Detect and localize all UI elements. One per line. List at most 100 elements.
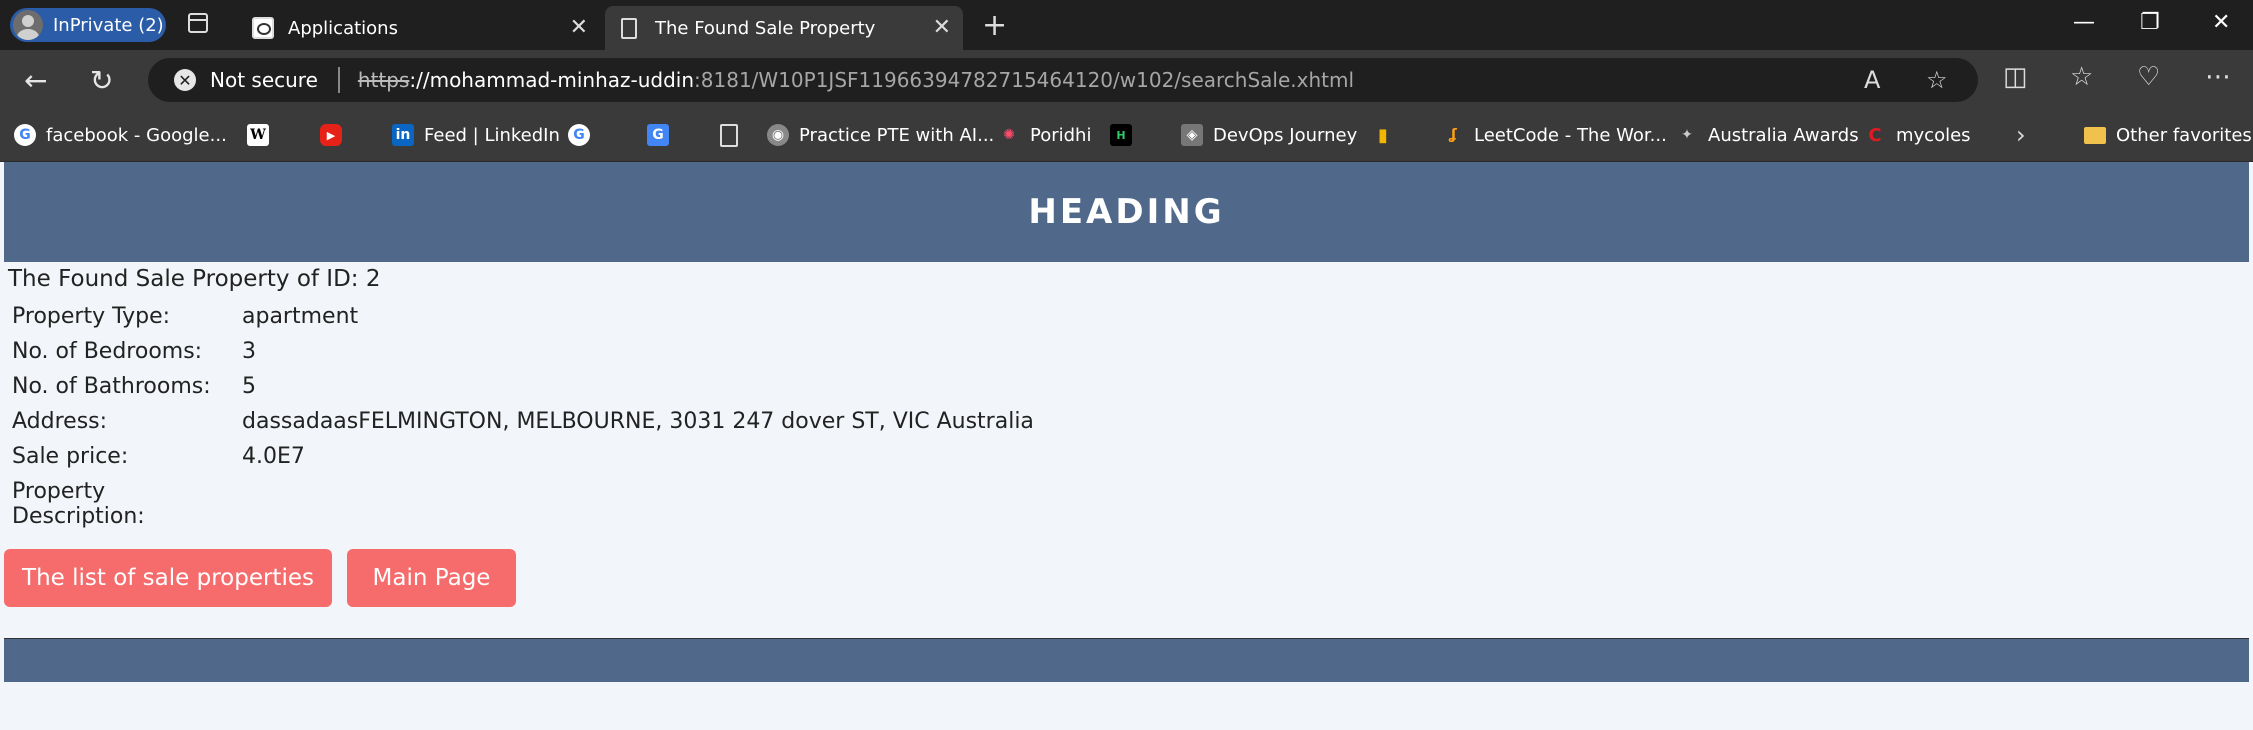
tab-strip: InPrivate (2) Applications ✕ The Found S… [0,0,2253,50]
property-label: Address: [12,409,108,434]
divider [337,67,340,93]
more-menu-icon[interactable]: ⋯ [2205,62,2231,92]
bookmark-poridhi[interactable]: ✺ Poridhi [998,121,1091,149]
minimize-icon[interactable]: — [2073,10,2095,35]
property-value: 3 [242,339,256,364]
chevron-right-icon: › [2016,121,2026,149]
property-row: No. of Bedrooms: 3 [12,339,1034,374]
tab-actions-icon[interactable] [188,13,208,33]
bookmark-label: LeetCode - The Wor... [1474,124,1667,146]
browser-toolbar: ← ↻ ✕ Not secure https://mohammad-minhaz… [0,50,2253,110]
url-scheme: https [357,68,410,92]
tab-title: Applications [288,17,398,39]
new-tab-icon[interactable]: + [982,8,1007,43]
document-icon [720,123,738,147]
tab-applications[interactable]: Applications ✕ [240,6,600,50]
tab-title: The Found Sale Property [655,17,876,39]
inprivate-badge[interactable]: InPrivate (2) [10,8,166,42]
close-window-icon[interactable]: ✕ [2212,10,2230,35]
page-header: HEADING [4,162,2249,262]
page-body: HEADING The Found Sale Property of ID: 2… [4,162,2249,730]
sale-properties-list-button[interactable]: The list of sale properties [4,549,332,607]
not-secure-icon[interactable]: ✕ [174,69,196,91]
australia-awards-icon: ✦ [1681,127,1693,143]
bookmark-pte[interactable]: ◉ Practice PTE with AI... [767,121,994,149]
bookmark-label: Australia Awards [1708,124,1859,146]
wikipedia-icon: W [247,124,269,146]
bookmark-hackerrank[interactable]: H [1110,121,1142,149]
tab-found-sale-property[interactable]: The Found Sale Property ✕ [605,6,963,50]
other-favorites-label: Other favorites [2116,124,2252,146]
profile-avatar-icon [13,10,43,40]
security-label[interactable]: Not secure [210,68,318,92]
page-heading: HEADING [1028,192,1225,232]
read-aloud-icon[interactable]: A [1864,66,1880,94]
leetcode-icon: ʆ [1449,127,1457,143]
property-label: Property Type: [12,304,171,329]
bookmark-label: Poridhi [1030,124,1092,146]
coles-icon: C [1868,124,1882,146]
applications-favicon-icon [252,17,274,39]
bookmarks-overflow[interactable]: › [2016,121,2026,149]
bookmark-label: mycoles [1896,124,1971,146]
property-label: No. of Bedrooms: [12,339,203,364]
linkedin-icon: in [392,124,414,146]
page-footer [4,639,2249,682]
bookmark-google[interactable]: G [568,121,600,149]
favorites-icon[interactable]: ☆ [2070,62,2093,92]
property-row: Sale price: 4.0E7 [12,444,1034,479]
property-row: No. of Bathrooms: 5 [12,374,1034,409]
bookmark-devops[interactable]: ◈ DevOps Journey [1181,121,1357,149]
pte-icon: ◉ [767,124,789,146]
property-row: Property Description: [12,479,1034,529]
close-tab-icon[interactable]: ✕ [570,15,588,40]
inprivate-label: InPrivate (2) [53,14,164,36]
found-property-title: The Found Sale Property of ID: 2 [8,266,381,292]
devops-icon: ◈ [1181,124,1203,146]
bookmark-label: Practice PTE with AI... [799,124,995,146]
bookmark-leetcode[interactable]: ʆ LeetCode - The Wor... [1442,121,1667,149]
back-arrow-icon[interactable]: ← [24,64,47,97]
bookmark-label: DevOps Journey [1213,124,1358,146]
bookmarks-bar: G facebook - Google... W ▶ in Feed | Lin… [0,110,2253,162]
restore-icon[interactable]: ❐ [2140,10,2160,35]
property-label: Property Description: [12,479,145,529]
close-tab-icon[interactable]: ✕ [933,15,951,40]
url-path: :8181/W10P1JSF1196639478271546412‌0/w102… [694,68,1355,92]
bookmark-linkedin[interactable]: in Feed | LinkedIn [392,121,560,149]
other-favorites[interactable]: Other favorites [2084,121,2252,149]
url-host: ://mohammad-minhaz-uddin [409,68,695,92]
google-translate-icon: G [647,124,669,146]
property-row: Property Type: apartment [12,304,1034,339]
address-bar[interactable]: ✕ Not secure https://mohammad-minhaz-udd… [148,58,1978,102]
bookmark-facebook[interactable]: G facebook - Google... [14,121,227,149]
bookmark-label: facebook - Google... [46,124,227,146]
property-details: Property Type: apartment No. of Bedrooms… [12,304,1034,529]
bookmark-youtube[interactable]: ▶ [320,121,352,149]
property-label: Sale price: [12,444,129,469]
property-value: 4.0E7 [242,444,305,469]
refresh-icon[interactable]: ↻ [90,64,113,97]
folder-icon [2084,126,2106,144]
google-icon: G [568,124,590,146]
bookmark-document[interactable] [720,121,748,149]
hackerrank-icon: H [1110,124,1132,146]
bookmark-wikipedia[interactable]: W [247,121,279,149]
youtube-icon: ▶ [320,124,342,146]
bookmark-google-translate[interactable]: G [647,121,679,149]
document-favicon-icon [621,17,637,39]
property-value: dassadaasFELMINGTON, MELBOURNE, 3031 247… [242,409,1034,434]
favorite-star-icon[interactable]: ☆ [1926,66,1948,94]
browser-essentials-icon[interactable]: ♡ [2137,62,2160,92]
bookmark-australia-awards[interactable]: ✦ Australia Awards [1676,121,1859,149]
property-row: Address: dassadaasFELMINGTON, MELBOURNE,… [12,409,1034,444]
split-screen-icon[interactable]: ◫ [2003,62,2028,92]
main-page-button[interactable]: Main Page [347,549,516,607]
property-value: 5 [242,374,256,399]
bookmark-label: Feed | LinkedIn [424,124,560,146]
bookmark-chart[interactable]: ▮ [1372,121,1404,149]
property-value: apartment [242,304,359,329]
google-icon: G [14,124,36,146]
property-label: No. of Bathrooms: [12,374,211,399]
bookmark-mycoles[interactable]: C mycoles [1864,121,1971,149]
